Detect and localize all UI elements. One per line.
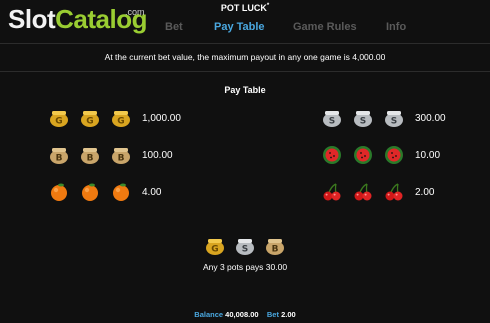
tab-game-rules[interactable]: Game Rules (293, 21, 357, 33)
any-pots-text: Any 3 pots pays 30.00 (202, 262, 288, 272)
silver-s-pot-icon: S (234, 236, 256, 256)
paytable-row-cherries: 2.00 (321, 180, 434, 204)
gold-g-pot-icon: G (79, 108, 101, 128)
svg-text:G: G (117, 117, 124, 127)
paytable-row-bronze-pot: B B B 100.00 (48, 143, 173, 167)
paytable-row-gold-pot: G G G 1,000.00 (48, 106, 181, 130)
bronze-b-pot-icon: B (48, 145, 70, 165)
orange-icon (110, 182, 132, 202)
silver-s-pot-icon: S (321, 108, 343, 128)
bet-label: Bet (266, 310, 279, 319)
bronze-b-pot-icon: B (264, 236, 286, 256)
silver-s-pot-icon: S (383, 108, 405, 128)
paytable-row-orange: 4.00 (48, 180, 161, 204)
game-title-mark: * (266, 3, 270, 9)
tab-pay-table[interactable]: Pay Table (214, 21, 265, 33)
svg-text:B: B (118, 154, 125, 164)
silver-s-pot-icon: S (352, 108, 374, 128)
cherries-icon (383, 182, 405, 202)
orange-icon (48, 182, 70, 202)
section-divider (0, 71, 490, 72)
payout-value: 100.00 (142, 149, 173, 161)
status-bar: Balance 40,008.00 Bet 2.00 (0, 310, 490, 319)
svg-text:G: G (55, 117, 62, 127)
svg-text:G: G (86, 117, 93, 127)
pay-table-title: Pay Table (224, 85, 266, 95)
bronze-b-pot-icon: B (79, 145, 101, 165)
game-title-text: POT LUCK (220, 3, 267, 13)
tab-bar: Bet Pay Table Game Rules Info (0, 21, 490, 35)
svg-text:B: B (56, 154, 63, 164)
watermelon-icon (321, 145, 343, 165)
gold-g-pot-icon: G (110, 108, 132, 128)
payout-value: 2.00 (415, 186, 435, 198)
payout-value: 300.00 (415, 112, 446, 124)
svg-text:S: S (329, 117, 335, 127)
watermelon-icon (383, 145, 405, 165)
tab-bet[interactable]: Bet (165, 21, 183, 33)
mixed-pots-row: G S B (0, 236, 490, 256)
bet-value: 2.00 (281, 310, 296, 319)
paytable-row-watermelon: 10.00 (321, 143, 440, 167)
svg-text:B: B (87, 154, 94, 164)
watermelon-icon (352, 145, 374, 165)
payout-value: 1,000.00 (142, 112, 181, 124)
cherries-icon (352, 182, 374, 202)
balance-label: Balance (194, 310, 224, 319)
svg-text:G: G (211, 245, 218, 255)
paytable-row-silver-pot: S S S 300.00 (321, 106, 446, 130)
game-title: POT LUCK* (0, 3, 490, 13)
bronze-b-pot-icon: B (110, 145, 132, 165)
payout-value: 10.00 (415, 149, 441, 161)
gold-g-pot-icon: G (48, 108, 70, 128)
payout-value: 4.00 (142, 186, 162, 198)
gold-g-pot-icon: G (204, 236, 226, 256)
tab-info[interactable]: Info (386, 21, 406, 33)
balance-value: 40,008.00 (225, 310, 259, 319)
svg-text:S: S (391, 117, 397, 127)
svg-text:B: B (272, 245, 279, 255)
max-payout-text: At the current bet value, the maximum pa… (104, 52, 386, 62)
orange-icon (79, 182, 101, 202)
header-divider (0, 43, 490, 44)
svg-text:S: S (360, 117, 366, 127)
cherries-icon (321, 182, 343, 202)
svg-text:S: S (242, 245, 248, 255)
